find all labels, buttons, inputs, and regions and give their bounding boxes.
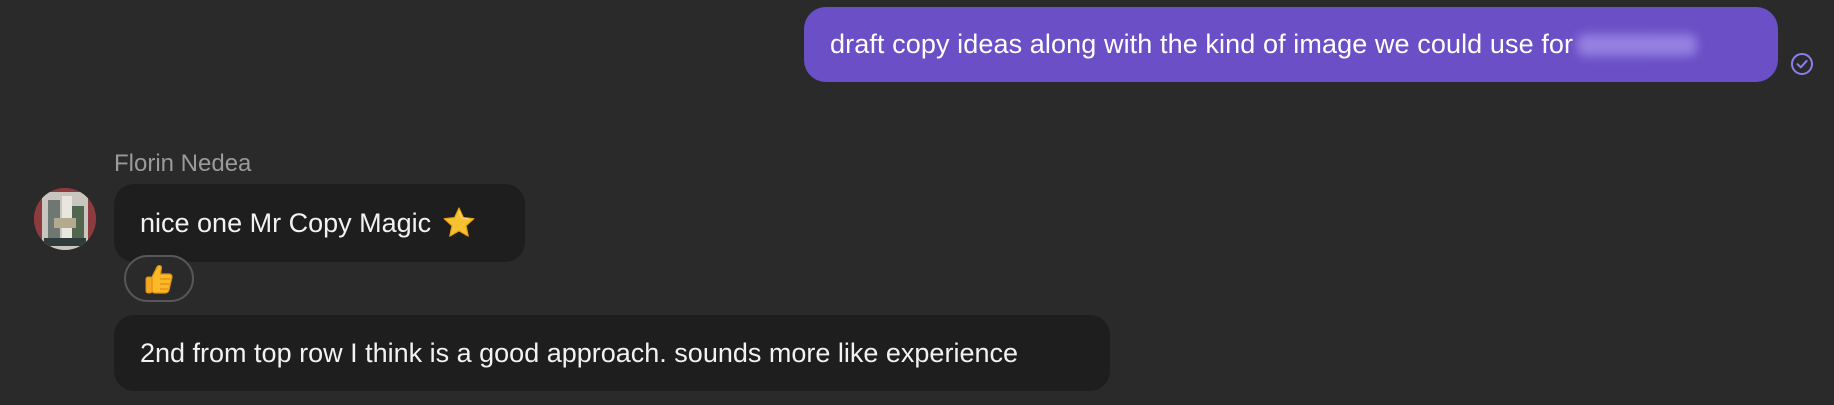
reaction-thumbs-up[interactable] [124,255,194,302]
avatar-image [34,188,96,250]
redacted-text [1577,33,1698,56]
incoming-message-bubble[interactable]: 2nd from top row I think is a good appro… [114,315,1110,391]
sender-name[interactable]: Florin Nedea [114,150,251,178]
check-circle-icon [1791,53,1813,75]
incoming-message-text: nice one Mr Copy Magic [140,207,432,238]
chat-view: draft copy ideas along with the kind of … [0,0,1834,405]
outgoing-message-bubble[interactable]: draft copy ideas along with the kind of … [804,7,1778,82]
incoming-message-text: 2nd from top row I think is a good appro… [140,337,1018,368]
incoming-message-bubble[interactable]: nice one Mr Copy Magic [114,184,525,262]
outgoing-message-text: draft copy ideas along with the kind of … [830,29,1574,59]
star-emoji-icon [443,207,475,237]
avatar[interactable] [34,188,96,250]
thumbs-up-emoji-icon [145,264,173,294]
